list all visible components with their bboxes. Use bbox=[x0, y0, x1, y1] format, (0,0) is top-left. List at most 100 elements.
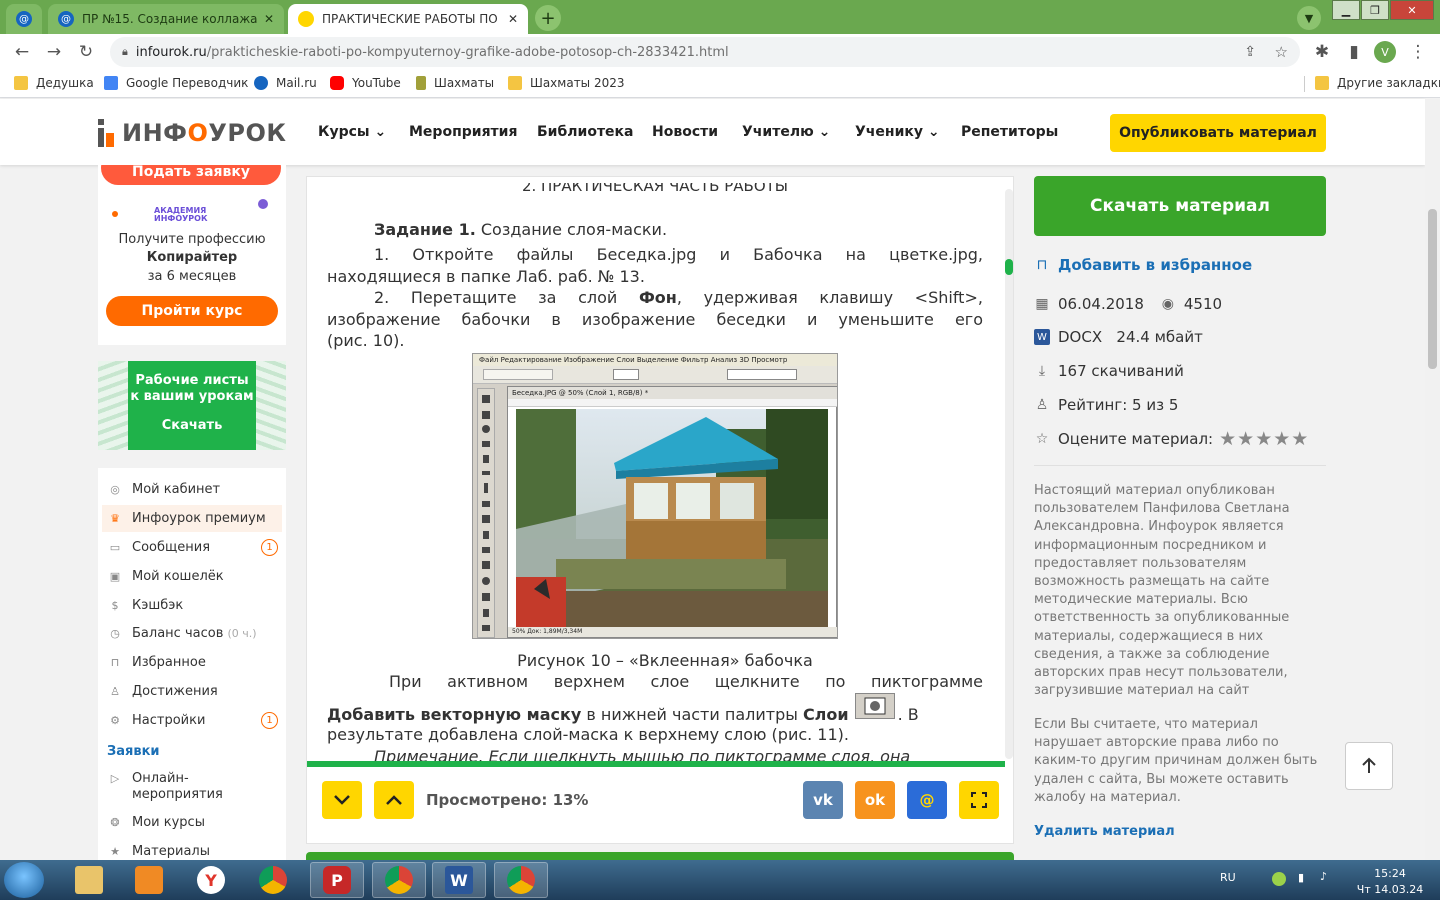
menu-item-cabinet[interactable]: ◎ Мой кабинет bbox=[102, 476, 282, 503]
delete-material-link[interactable]: Удалить материал bbox=[1034, 824, 1175, 839]
menu-item-hours[interactable]: ◷ Баланс часов (0 ч.) bbox=[102, 620, 282, 647]
nav-teacher[interactable]: Учителю ⌄ bbox=[742, 124, 830, 140]
add-to-favorites-link[interactable]: ⊓ Добавить в избранное bbox=[1034, 256, 1253, 274]
document-page[interactable]: 2. ПРАКТИЧЕСКАЯ ЧАСТЬ РАБОТЫ Задание 1. … bbox=[307, 177, 1013, 765]
taskbar-chrome[interactable] bbox=[246, 862, 300, 898]
new-tab-button[interactable]: + bbox=[535, 5, 561, 31]
worksheets-download-link[interactable]: Скачать bbox=[128, 418, 256, 434]
arrow-up-icon bbox=[1362, 757, 1376, 773]
trophy-icon: ♙ bbox=[110, 685, 120, 698]
publish-material-button[interactable]: Опубликовать материал bbox=[1110, 114, 1326, 152]
bookmark-folder[interactable]: Шахматы 2023 bbox=[508, 76, 625, 90]
word: верхнем bbox=[553, 672, 625, 691]
taskbar-yandex[interactable]: Y bbox=[184, 862, 238, 898]
network-icon[interactable]: ▮ bbox=[1298, 871, 1304, 884]
tab-search-icon[interactable]: ▼ bbox=[1297, 6, 1321, 30]
browser-menu-icon[interactable]: ⋮ bbox=[1406, 40, 1430, 64]
page-scroll-thumb[interactable] bbox=[1428, 209, 1437, 369]
address-bar[interactable]: 🔒︎ infourok.ru/prakticheskie-raboti-po-k… bbox=[110, 37, 1300, 67]
menu-item-premium[interactable]: ♛ Инфоурок премиум bbox=[102, 505, 282, 532]
document-scrollbar[interactable] bbox=[1005, 189, 1013, 759]
forward-arrow-icon[interactable]: → bbox=[42, 40, 66, 64]
taskbar-chrome[interactable] bbox=[372, 862, 426, 898]
clock-date[interactable]: Чт 14.03.24 bbox=[1350, 883, 1430, 896]
browser-tab-active[interactable]: ПРАКТИЧЕСКИЕ РАБОТЫ ПО КО ✕ bbox=[288, 4, 528, 34]
page-scrollbar[interactable] bbox=[1425, 99, 1440, 860]
bookmark-folder[interactable]: Дедушка bbox=[14, 76, 94, 90]
menu-item-materials[interactable]: ★ Материалы bbox=[102, 838, 282, 860]
worksheets-promo-card[interactable]: Рабочие листы к вашим урокам Скачать bbox=[98, 361, 286, 450]
minimize-window-button[interactable]: ▁ bbox=[1332, 0, 1360, 20]
cut-heading: 2. ПРАКТИЧЕСКАЯ ЧАСТЬ РАБОТЫ bbox=[521, 183, 789, 193]
nav-news[interactable]: Новости bbox=[652, 124, 718, 140]
tray-app-icon[interactable] bbox=[1272, 872, 1286, 886]
mail-at-icon: @ bbox=[919, 791, 935, 809]
decor-dot bbox=[258, 199, 268, 209]
ps-style-select bbox=[727, 369, 797, 380]
taskbar-media-player[interactable] bbox=[122, 862, 176, 898]
menu-item-online-events[interactable]: ▷ Онлайн- мероприятия bbox=[102, 768, 282, 806]
reload-icon[interactable]: ↻ bbox=[74, 40, 98, 64]
menu-item-favorites[interactable]: ⊓ Избранное bbox=[102, 649, 282, 676]
word: <Shift>, bbox=[914, 288, 983, 307]
scroll-to-top-button[interactable] bbox=[1345, 742, 1393, 790]
menu-item-settings[interactable]: ⚙ Настройки 1 bbox=[102, 707, 282, 734]
bookmark-link[interactable]: YouTube bbox=[330, 76, 401, 90]
mail-share-button[interactable]: @ bbox=[907, 781, 947, 819]
clock-time[interactable]: 15:24 bbox=[1350, 867, 1430, 880]
publish-date: 06.04.2018 bbox=[1058, 295, 1144, 313]
chess-pawn-icon bbox=[416, 76, 426, 90]
windows-start-button[interactable] bbox=[4, 862, 44, 898]
promo-text: Получите профессию bbox=[118, 232, 266, 247]
taskbar-chrome-profile[interactable] bbox=[494, 862, 548, 898]
menu-item-messages[interactable]: ▭ Сообщения 1 bbox=[102, 534, 282, 561]
document-scroll-thumb[interactable] bbox=[1005, 259, 1013, 275]
browser-tab[interactable]: @ bbox=[6, 4, 42, 34]
nav-student[interactable]: Ученику ⌄ bbox=[855, 124, 940, 140]
nav-courses[interactable]: Курсы ⌄ bbox=[318, 124, 386, 140]
vk-share-button[interactable]: vk bbox=[803, 781, 843, 819]
google-translate-icon bbox=[104, 76, 118, 90]
take-course-button[interactable]: Пройти курс bbox=[106, 296, 278, 326]
menu-item-cashback[interactable]: $ Кэшбэк bbox=[102, 592, 282, 619]
profile-avatar[interactable]: V bbox=[1374, 41, 1396, 63]
menu-item-wallet[interactable]: ▣ Мой кошелёк bbox=[102, 563, 282, 590]
bookmark-link[interactable]: Mail.ru bbox=[254, 76, 317, 90]
infourok-logo[interactable]: ИНФ О УРОК bbox=[98, 119, 287, 147]
nav-library[interactable]: Библиотека bbox=[537, 124, 634, 140]
bookmark-link[interactable]: Google Переводчик bbox=[104, 76, 248, 90]
ps-ruler bbox=[508, 399, 837, 407]
submit-application-button[interactable]: Подать заявку bbox=[101, 165, 281, 185]
word: за bbox=[538, 288, 557, 307]
nav-tutors[interactable]: Репетиторы bbox=[961, 124, 1058, 140]
close-tab-icon[interactable]: ✕ bbox=[508, 12, 518, 26]
menu-item-my-courses[interactable]: ❂ Мои курсы bbox=[102, 809, 282, 836]
rating-stars[interactable]: ★★★★★ bbox=[1219, 428, 1309, 450]
extensions-puzzle-icon[interactable]: ✱ bbox=[1310, 40, 1334, 64]
volume-icon[interactable]: ♪ bbox=[1320, 870, 1327, 883]
download-material-button[interactable]: Скачать материал bbox=[1034, 176, 1326, 236]
next-page-button[interactable] bbox=[322, 781, 362, 819]
side-panel-icon[interactable]: ▮ bbox=[1342, 40, 1366, 64]
taskbar-word[interactable]: W bbox=[432, 862, 486, 898]
language-indicator[interactable]: RU bbox=[1220, 871, 1236, 884]
menu-item-achievements[interactable]: ♙ Достижения bbox=[102, 678, 282, 705]
share-icon[interactable]: ⇪ bbox=[1244, 44, 1256, 60]
browser-tab[interactable]: @ ПР №15. Создание коллажа с п ✕ bbox=[48, 4, 284, 34]
ps-document-window: Беседка.JPG @ 50% (Слой 1, RGB/8) * 50% … bbox=[507, 386, 837, 638]
taskbar-explorer[interactable] bbox=[62, 862, 116, 898]
back-arrow-icon[interactable]: ← bbox=[10, 40, 34, 64]
close-window-button[interactable]: ✕ bbox=[1390, 0, 1434, 20]
word: Откройте bbox=[412, 245, 494, 264]
previous-page-button[interactable] bbox=[374, 781, 414, 819]
other-bookmarks-folder[interactable]: Другие закладки bbox=[1315, 76, 1440, 90]
maximize-window-button[interactable]: ❐ bbox=[1361, 0, 1389, 20]
fullscreen-button[interactable] bbox=[959, 781, 999, 819]
nav-events[interactable]: Мероприятия bbox=[409, 124, 517, 140]
close-tab-icon[interactable]: ✕ bbox=[264, 12, 274, 26]
taskbar-app[interactable]: P bbox=[310, 862, 364, 898]
ok-share-button[interactable]: ok bbox=[855, 781, 895, 819]
bookmark-star-icon[interactable]: ☆ bbox=[1275, 43, 1288, 61]
menu-label: Достижения bbox=[132, 684, 218, 699]
bookmark-link[interactable]: Шахматы bbox=[416, 76, 494, 90]
